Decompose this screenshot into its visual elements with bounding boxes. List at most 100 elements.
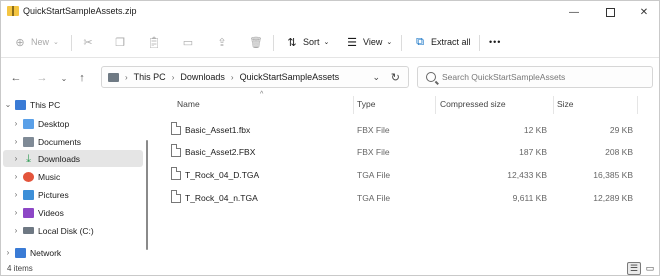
chevron-down-icon: ⌄ (323, 39, 330, 46)
zip-folder-icon (7, 6, 19, 16)
table-row[interactable]: Basic_Asset1.fbx FBX File 12 KB 29 KB (161, 119, 659, 141)
extract-icon: ⧉ (416, 35, 424, 48)
arrow-left-icon: ← (10, 72, 22, 84)
address-dropdown-icon[interactable]: ⌄ (372, 72, 380, 83)
chevron-right-icon[interactable]: › (11, 226, 21, 235)
sidebar-item-network[interactable]: › Network (3, 244, 149, 261)
more-options-button[interactable]: ••• (489, 31, 501, 53)
chevron-right-icon[interactable]: › (11, 172, 21, 181)
file-size: 12,289 KB (593, 193, 633, 203)
sidebar-item-desktop[interactable]: › Desktop (11, 115, 157, 132)
item-count: 4 items (7, 264, 33, 273)
close-button[interactable]: ✕ (627, 1, 660, 23)
share-button[interactable]: ⇪ (215, 31, 229, 53)
computer-icon (15, 99, 26, 110)
network-icon (15, 247, 26, 258)
up-button[interactable]: ↑ (73, 69, 91, 87)
copy-button[interactable]: ❐ (113, 31, 127, 53)
cut-button[interactable]: ✂ (81, 31, 95, 53)
breadcrumb-folder[interactable]: QuickStartSampleAssets (240, 72, 340, 82)
file-compressed-size: 12,433 KB (507, 170, 547, 180)
disk-icon (23, 227, 34, 234)
chevron-right-icon[interactable]: › (3, 248, 13, 257)
chevron-right-icon: › (171, 72, 175, 82)
sidebar-scrollbar[interactable] (146, 140, 148, 250)
close-icon: ✕ (639, 6, 649, 18)
details-view-button[interactable]: ☰ (627, 262, 641, 275)
sort-icon: ⇅ (287, 36, 297, 49)
file-type: FBX File (357, 125, 390, 135)
chevron-right-icon[interactable]: › (11, 208, 21, 217)
chevron-right-icon[interactable]: › (11, 137, 21, 146)
title-bar: QuickStartSampleAssets.zip — ✕ (1, 1, 659, 23)
sidebar-item-pictures[interactable]: › Pictures (11, 186, 157, 203)
minimize-icon: — (569, 6, 579, 18)
sidebar-item-this-pc[interactable]: ⌄ This PC (3, 96, 149, 113)
rename-button[interactable]: ▭ (181, 31, 195, 53)
table-row[interactable]: Basic_Asset2.FBX FBX File 187 KB 208 KB (161, 141, 659, 163)
sidebar-item-label: Local Disk (C:) (38, 225, 94, 236)
chevron-right-icon[interactable]: › (11, 154, 21, 163)
sidebar-item-music[interactable]: › Music (11, 168, 157, 185)
maximize-icon (605, 7, 615, 17)
table-row[interactable]: T_Rock_04_n.TGA TGA File 9,611 KB 12,289… (161, 187, 659, 209)
chevron-right-icon[interactable]: › (11, 119, 21, 128)
back-button[interactable]: ← (7, 69, 25, 87)
recent-locations-button[interactable]: ⌄ (55, 69, 73, 87)
file-list: ^ Name Type Compressed size Size Basic_A… (161, 91, 659, 261)
divider (71, 35, 72, 51)
paste-icon: 📋︎ (147, 36, 161, 49)
column-header-compressed-size[interactable]: Compressed size (440, 99, 506, 109)
forward-button[interactable]: → (33, 69, 51, 87)
table-row[interactable]: T_Rock_04_D.TGA TGA File 12,433 KB 16,38… (161, 164, 659, 186)
extract-all-button[interactable]: ⧉ Extract all (413, 31, 470, 53)
trash-icon: 🗑︎ (249, 36, 263, 49)
sidebar-item-label: Documents (38, 136, 81, 147)
file-compressed-size: 9,611 KB (512, 193, 547, 203)
refresh-icon[interactable]: ↻ (391, 71, 400, 84)
divider (479, 35, 480, 51)
sort-button[interactable]: ⇅ Sort ⌄ (285, 31, 329, 53)
sidebar-item-documents[interactable]: › Documents (11, 133, 157, 150)
command-bar: ⊕ New ⌄ ✂ ❐ 📋︎ ▭ ⇪ 🗑︎ ⇅ Sort ⌄ ☰ View ⌄ … (1, 28, 659, 58)
chevron-right-icon[interactable]: › (11, 190, 21, 199)
breadcrumb-downloads[interactable]: Downloads (180, 72, 225, 82)
column-divider[interactable] (553, 96, 554, 114)
search-placeholder: Search QuickStartSampleAssets (442, 72, 566, 82)
view-button[interactable]: ☰ View ⌄ (345, 31, 392, 53)
sidebar-item-label: Music (38, 171, 61, 182)
chevron-down-icon: ⌄ (60, 73, 68, 83)
address-bar[interactable]: › This PC › Downloads › QuickStartSample… (101, 66, 409, 88)
delete-button[interactable]: 🗑︎ (249, 31, 263, 53)
sidebar-item-videos[interactable]: › Videos (11, 204, 157, 221)
minimize-button[interactable]: — (557, 1, 591, 23)
sidebar-item-local-disk[interactable]: › Local Disk (C:) (11, 222, 157, 239)
paste-button[interactable]: 📋︎ (147, 31, 161, 53)
new-button[interactable]: ⊕ New ⌄ (13, 31, 59, 53)
search-input[interactable]: Search QuickStartSampleAssets (417, 66, 653, 88)
rename-icon: ▭ (182, 36, 194, 49)
column-divider[interactable] (637, 96, 638, 114)
cut-icon: ✂ (83, 36, 93, 49)
column-header-type[interactable]: Type (357, 99, 375, 109)
sidebar-item-downloads[interactable]: › ⤓ Downloads (3, 150, 143, 167)
view-icon: ☰ (347, 36, 357, 49)
view-label: View (363, 37, 383, 47)
column-header-name[interactable]: Name (177, 99, 200, 109)
details-view-icon: ☰ (629, 263, 639, 273)
chevron-down-icon: ⌄ (386, 39, 393, 46)
chevron-down-icon: ⌄ (53, 39, 59, 46)
sidebar-item-label: Downloads (38, 153, 81, 164)
breadcrumb-this-pc[interactable]: This PC (134, 72, 166, 82)
column-divider[interactable] (435, 96, 436, 114)
file-size: 29 KB (609, 125, 633, 135)
share-icon: ⇪ (217, 36, 227, 49)
column-header-size[interactable]: Size (557, 99, 574, 109)
file-compressed-size: 187 KB (519, 147, 547, 157)
file-type: TGA File (357, 193, 391, 203)
videos-icon (23, 207, 34, 218)
column-divider[interactable] (353, 96, 354, 114)
chevron-down-icon[interactable]: ⌄ (3, 100, 13, 109)
maximize-button[interactable] (593, 1, 627, 23)
tiles-view-button[interactable]: ▭ (643, 262, 657, 275)
